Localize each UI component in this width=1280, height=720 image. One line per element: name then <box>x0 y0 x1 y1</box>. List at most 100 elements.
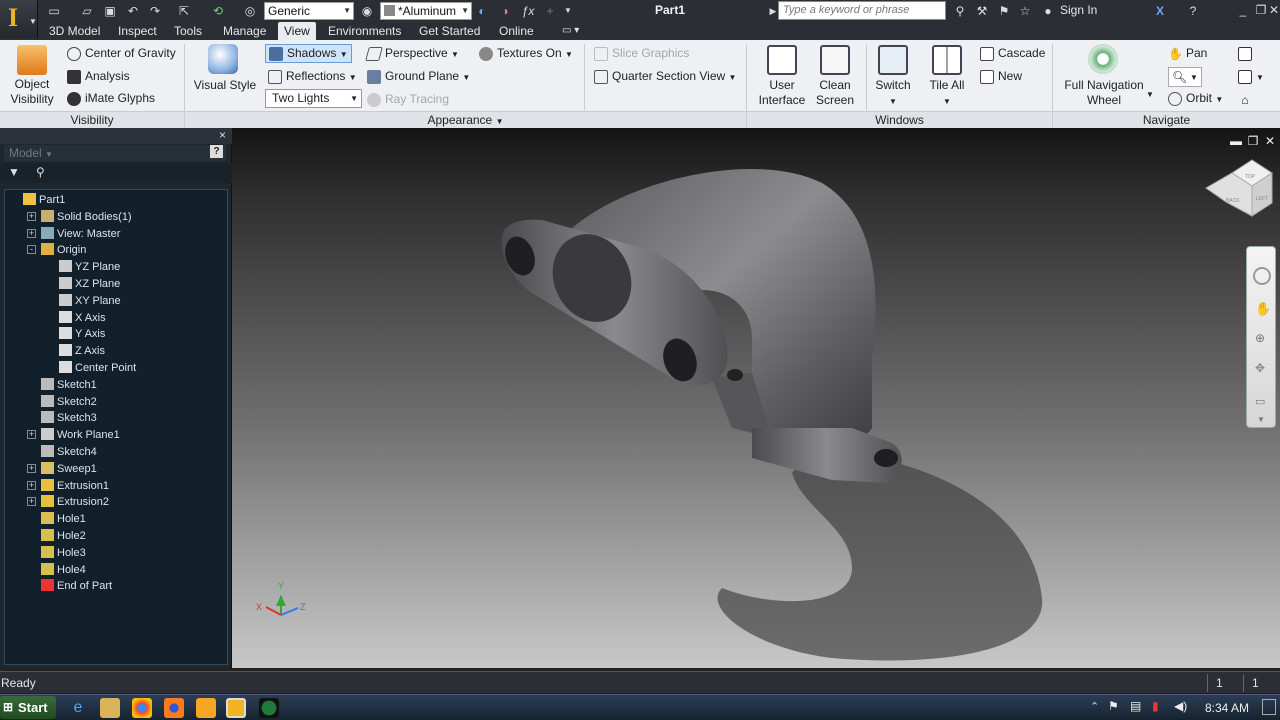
slice-graphics-button[interactable]: Slice Graphics <box>594 46 689 61</box>
cascade-button[interactable]: Cascade <box>980 46 1045 61</box>
zoom-all-button[interactable]: ▼ <box>1238 69 1264 85</box>
show-hidden-icons-icon[interactable]: ⌃ <box>1090 700 1099 713</box>
pan-button[interactable]: ✋ Pan <box>1168 46 1207 61</box>
expand-icon[interactable]: + <box>27 430 36 440</box>
tree-node[interactable]: Hole4 <box>41 562 86 578</box>
ray-tracing-button[interactable]: Ray Tracing <box>367 92 449 107</box>
tree-node[interactable]: X Axis <box>59 310 106 326</box>
expand-icon[interactable]: + <box>27 480 36 490</box>
color-wheel-icon[interactable]: ◉ <box>359 3 375 19</box>
orbit-icon[interactable]: ✥ <box>1255 361 1265 375</box>
user-interface-button[interactable]: User Interface <box>752 78 812 108</box>
close-icon[interactable]: ✕ <box>1268 2 1280 19</box>
select-icon[interactable]: ◎ <box>242 3 258 19</box>
steering-wheel-icon[interactable] <box>1253 267 1271 285</box>
visual-style-button[interactable]: Visual Style <box>190 78 260 93</box>
chevron-down-icon[interactable]: ▼ <box>1257 415 1265 424</box>
undo-icon[interactable]: ↶ <box>125 3 141 19</box>
clear-appearance-icon[interactable]: ◑ <box>497 3 513 19</box>
imate-glyphs-button[interactable]: iMate Glyphs <box>67 91 155 106</box>
minimize-icon[interactable]: _ <box>1234 2 1252 19</box>
new-file-icon[interactable]: ▭ <box>46 3 62 19</box>
tree-node[interactable]: End of Part <box>41 578 112 594</box>
tree-node[interactable]: + Work Plane1 <box>27 427 120 443</box>
device-icon[interactable]: ▤ <box>1130 699 1141 713</box>
tab-view[interactable]: View <box>278 22 316 40</box>
zoom-magnifier-icon[interactable]: ⊕ <box>1255 331 1265 345</box>
clean-screen-button[interactable]: Clean Screen <box>812 78 858 108</box>
full-navigation-wheel-button[interactable]: Full Navigation Wheel <box>1060 78 1148 108</box>
tree-node[interactable]: Part1 <box>23 192 65 208</box>
show-desktop-icon[interactable] <box>1262 699 1276 715</box>
tab-get-started[interactable]: Get Started <box>413 22 486 40</box>
tab-3d-model[interactable]: 3D Model <box>43 22 106 40</box>
tile-all-button[interactable]: Tile All ▼ <box>922 78 972 109</box>
tab-online[interactable]: Online <box>493 22 540 40</box>
perspective-button[interactable]: Perspective ▼ <box>365 46 459 62</box>
tree-node[interactable]: + Extrusion2 <box>27 494 109 510</box>
start-button[interactable]: ⊞ Start <box>0 696 56 719</box>
save-icon[interactable]: ▣ <box>102 3 118 19</box>
favorites-star-icon[interactable]: ☆ <box>1017 3 1033 19</box>
tree-node[interactable]: Sketch1 <box>41 377 97 393</box>
look-at-icon[interactable]: ▭ <box>1255 395 1265 408</box>
plus-icon[interactable]: + <box>542 3 558 19</box>
tree-node[interactable]: Sketch2 <box>41 394 97 410</box>
exchange-apps-icon[interactable]: X <box>1152 3 1168 19</box>
update-icon[interactable]: ⟲ <box>210 3 226 19</box>
object-visibility-button[interactable]: Object Visibility <box>4 77 60 107</box>
sign-in-link[interactable]: Sign In <box>1060 3 1097 17</box>
subscription-icon[interactable]: ⚒ <box>974 3 990 19</box>
textures-on-button[interactable]: Textures On ▼ <box>479 46 573 62</box>
customize-dropdown-icon[interactable]: ▼ <box>560 3 576 19</box>
center-of-gravity-button[interactable]: Center of Gravity <box>67 46 176 61</box>
lighting-style-combo[interactable]: Two Lights ▼ <box>265 89 362 108</box>
tree-node[interactable]: XY Plane <box>59 293 121 309</box>
expand-icon[interactable]: + <box>27 463 36 473</box>
graphics-viewport[interactable]: ▬ ❐ ✕ X Y Z TOP BACK LEFT ✋ ⊕ ✥ ▭ ▼ <box>232 128 1280 668</box>
tab-environments[interactable]: Environments <box>322 22 407 40</box>
recorder-icon[interactable] <box>259 698 279 718</box>
inventor-taskbar-icon[interactable] <box>226 698 246 718</box>
home-view-button[interactable]: ⌂ <box>1238 92 1256 107</box>
analysis-button[interactable]: Analysis <box>67 69 130 84</box>
tab-tools[interactable]: Tools <box>168 22 208 40</box>
application-menu-button[interactable]: I ▼ <box>0 0 38 38</box>
tree-node[interactable]: + Sweep1 <box>27 461 97 477</box>
expand-icon[interactable]: + <box>27 497 36 507</box>
file-explorer-icon[interactable] <box>100 698 120 718</box>
collapse-icon[interactable]: - <box>27 245 36 255</box>
binoculars-icon[interactable]: ⚲ <box>952 3 968 19</box>
appearance-panel-label[interactable]: Appearance ▼ <box>185 111 746 128</box>
browser-model-dropdown[interactable]: Model ▼ <box>4 145 226 161</box>
ground-plane-button[interactable]: Ground Plane ▼ <box>367 69 470 85</box>
expand-icon[interactable]: + <box>27 228 36 238</box>
tree-node[interactable]: - Origin <box>27 242 86 258</box>
tree-node[interactable]: Z Axis <box>59 343 105 359</box>
tree-node[interactable]: + Solid Bodies(1) <box>27 209 132 225</box>
internet-explorer-icon[interactable]: e <box>68 698 88 718</box>
reflections-button[interactable]: Reflections ▼ <box>268 69 357 85</box>
chrome-icon[interactable] <box>132 698 152 718</box>
chevron-down-icon[interactable]: ▼ <box>1146 88 1154 102</box>
tree-node[interactable]: Hole1 <box>41 511 86 527</box>
look-at-button[interactable] <box>1238 46 1256 61</box>
help-icon[interactable]: ? <box>210 145 223 158</box>
firefox-icon[interactable] <box>164 698 184 718</box>
volume-icon[interactable]: ◀) <box>1174 699 1187 713</box>
action-center-flag-icon[interactable]: ⚑ <box>1108 699 1119 713</box>
view-cube[interactable]: TOP BACK LEFT <box>1205 159 1273 217</box>
redo-icon[interactable]: ↷ <box>147 3 163 19</box>
pan-hand-icon[interactable]: ✋ <box>1255 301 1271 317</box>
return-icon[interactable]: ⇱ <box>176 3 192 19</box>
ribbon-options-icon[interactable]: ▭ ▾ <box>556 22 585 40</box>
expand-icon[interactable]: + <box>27 211 36 221</box>
tree-node[interactable]: + Extrusion1 <box>27 478 109 494</box>
tree-node[interactable]: Center Point <box>59 360 136 376</box>
tree-node[interactable]: Sketch4 <box>41 444 97 460</box>
user-icon[interactable]: ● <box>1040 3 1056 19</box>
zoom-button[interactable]: 🔍︎ ▼ <box>1168 67 1202 87</box>
tab-manage[interactable]: Manage <box>217 22 272 40</box>
visual-style-combo[interactable]: Generic ▼ <box>264 2 354 20</box>
tree-node[interactable]: Hole3 <box>41 545 86 561</box>
